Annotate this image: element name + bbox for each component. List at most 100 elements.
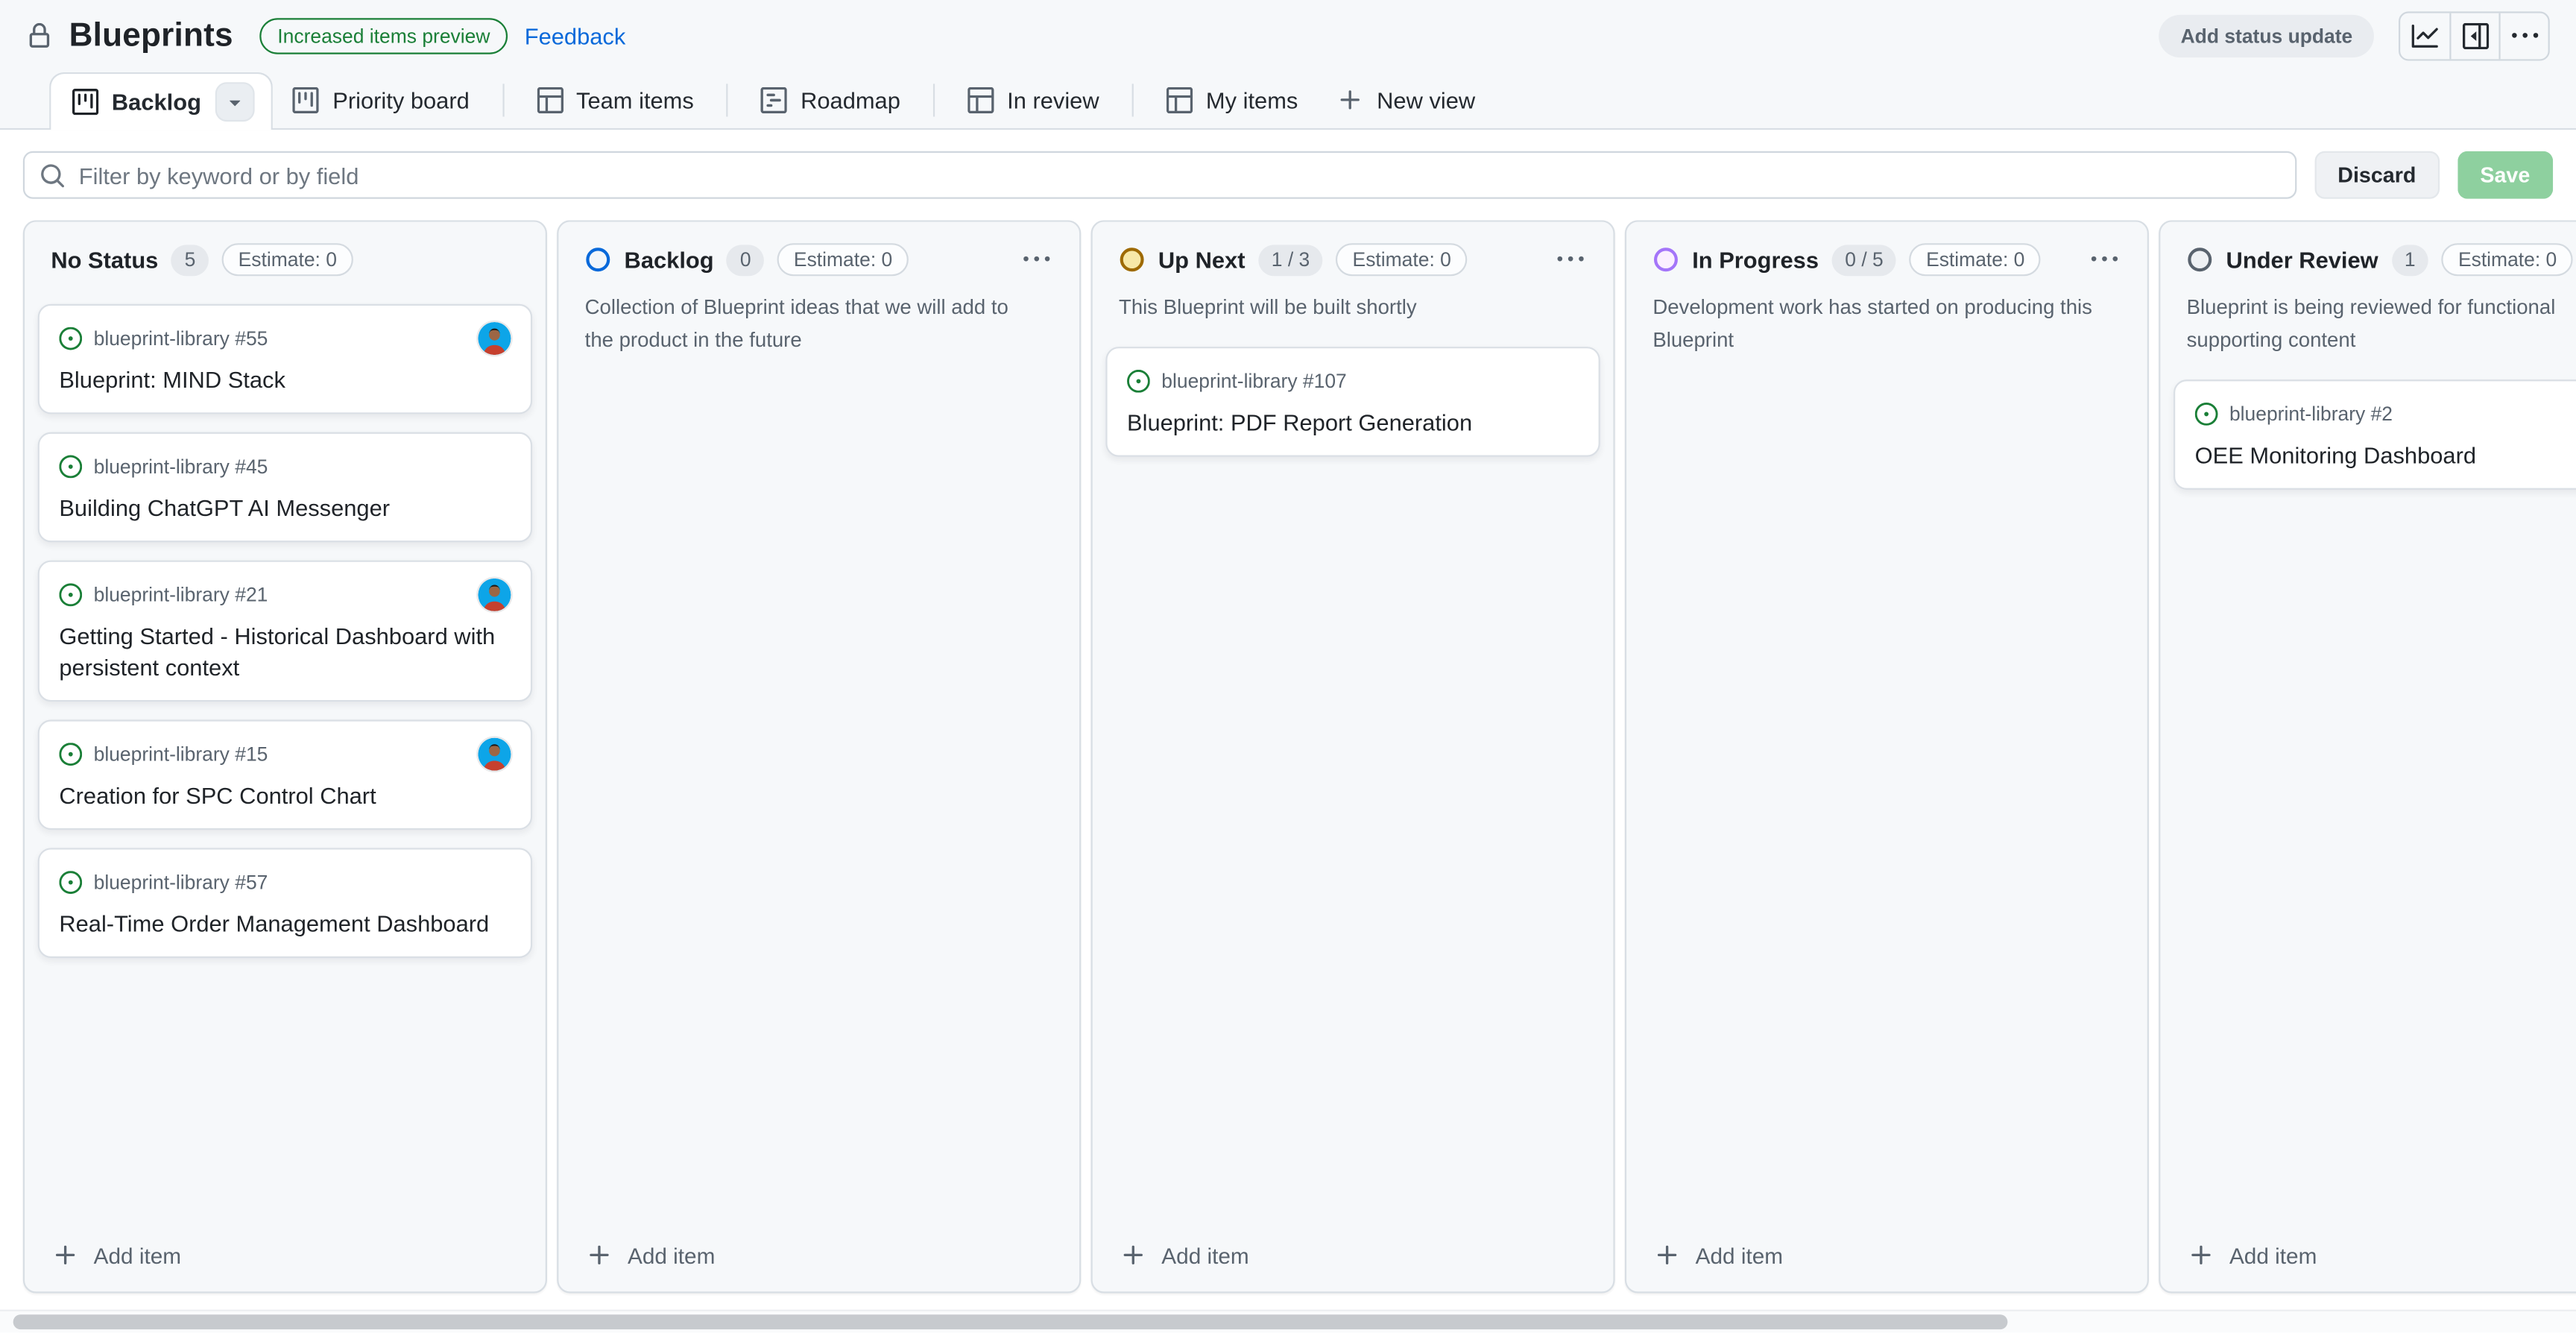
insights-icon bbox=[2412, 23, 2438, 49]
side-panel-button[interactable] bbox=[2449, 13, 2498, 60]
view-options-button[interactable] bbox=[216, 82, 256, 122]
card-header: blueprint-library #55 bbox=[59, 323, 511, 356]
card-title[interactable]: Getting Started - Historical Dashboard w… bbox=[59, 622, 511, 684]
issue-card[interactable]: blueprint-library #55 Blueprint: MIND St… bbox=[38, 305, 532, 415]
status-icon bbox=[1652, 247, 1679, 273]
discard-button[interactable]: Discard bbox=[2314, 151, 2439, 199]
card-repo-ref: blueprint-library #57 bbox=[94, 871, 268, 894]
column-backlog: Backlog 0 Estimate: 0 Collection of Blue… bbox=[557, 220, 1081, 1293]
insights-button[interactable] bbox=[2400, 13, 2449, 60]
issue-opened-icon bbox=[59, 327, 82, 350]
description-line: Collection of Blueprint ideas that we wi… bbox=[585, 292, 1053, 324]
column-count-badge: 0 bbox=[727, 245, 764, 276]
view-type-icon bbox=[967, 87, 994, 113]
tab-my-items[interactable]: My items bbox=[1147, 72, 1318, 128]
assignee-avatar[interactable] bbox=[478, 323, 511, 356]
issue-opened-icon bbox=[59, 456, 82, 479]
add-item-button[interactable]: Add item bbox=[1093, 1223, 1614, 1292]
issue-card[interactable]: blueprint-library #107 Blueprint: PDF Re… bbox=[1105, 347, 1600, 457]
tab-label: In review bbox=[1007, 87, 1099, 113]
card-title[interactable]: OEE Monitoring Dashboard bbox=[2195, 441, 2576, 473]
issue-card[interactable]: blueprint-library #2 OEE Monitoring Dash… bbox=[2174, 380, 2576, 490]
project-menu-button[interactable] bbox=[2498, 13, 2548, 60]
horizontal-scrollbar[interactable] bbox=[0, 1310, 2576, 1333]
tab-label: Roadmap bbox=[801, 87, 900, 113]
column-menu-button[interactable] bbox=[1020, 244, 1053, 277]
column-title: Backlog bbox=[625, 247, 714, 273]
lock-icon bbox=[26, 23, 52, 49]
add-item-label: Add item bbox=[628, 1243, 715, 1267]
card-title[interactable]: Blueprint: PDF Report Generation bbox=[1127, 408, 1579, 439]
projects-board-page: Blueprints Increased items preview Feedb… bbox=[0, 0, 2576, 1333]
assignee-avatar[interactable] bbox=[478, 579, 511, 611]
card-title[interactable]: Building ChatGPT AI Messenger bbox=[59, 494, 511, 525]
plus-icon bbox=[2188, 1242, 2214, 1268]
column-title: No Status bbox=[51, 247, 158, 273]
column-description: Blueprint is being reviewed for function… bbox=[2160, 290, 2576, 365]
plus-icon bbox=[1337, 87, 1363, 113]
tab-divider bbox=[1132, 83, 1134, 116]
column-count-badge: 1 bbox=[2391, 245, 2428, 276]
issue-card[interactable]: blueprint-library #45 Building ChatGPT A… bbox=[38, 432, 532, 542]
issue-card[interactable]: blueprint-library #57 Real-Time Order Ma… bbox=[38, 848, 532, 957]
new-view-button[interactable]: New view bbox=[1318, 72, 1495, 128]
add-item-label: Add item bbox=[2229, 1243, 2317, 1267]
column-under-review: Under Review 1 Estimate: 0 Blueprint is … bbox=[2159, 220, 2576, 1293]
tab-label: Backlog bbox=[112, 89, 201, 115]
kebab-icon bbox=[2511, 23, 2537, 49]
filter-bar: Discard Save bbox=[0, 130, 2576, 220]
column-header: Backlog 0 Estimate: 0 bbox=[558, 222, 1079, 290]
feedback-link[interactable]: Feedback bbox=[525, 23, 626, 49]
status-icon bbox=[1119, 247, 1145, 273]
issue-card[interactable]: blueprint-library #15 Creation for SPC C… bbox=[38, 719, 532, 829]
column-title: Under Review bbox=[2226, 247, 2378, 273]
tab-priority-board[interactable]: Priority board bbox=[274, 72, 489, 128]
status-icon bbox=[2187, 247, 2213, 273]
column-estimate-badge: Estimate: 0 bbox=[1910, 243, 2041, 277]
filter-input-wrapper bbox=[23, 151, 2296, 199]
save-button[interactable]: Save bbox=[2457, 151, 2554, 199]
column-description: Development work has started on producin… bbox=[1626, 290, 2147, 365]
kebab-icon bbox=[1557, 247, 1583, 273]
column-title: In Progress bbox=[1692, 247, 1819, 273]
column-menu-button[interactable] bbox=[1554, 244, 1587, 277]
add-item-label: Add item bbox=[1696, 1243, 1783, 1267]
preview-badge: Increased items preview bbox=[259, 18, 508, 54]
column-count-badge: 1 / 3 bbox=[1258, 245, 1323, 276]
card-repo-ref: blueprint-library #107 bbox=[1161, 371, 1346, 394]
tab-roadmap[interactable]: Roadmap bbox=[742, 72, 921, 128]
board: No Status 5 Estimate: 0 blueprint-librar… bbox=[0, 220, 2576, 1309]
card-repo-ref: blueprint-library #21 bbox=[94, 584, 268, 607]
filter-input[interactable] bbox=[79, 162, 2280, 188]
column-no-status: No Status 5 Estimate: 0 blueprint-librar… bbox=[23, 220, 547, 1293]
view-type-icon bbox=[1167, 87, 1193, 113]
tab-backlog[interactable]: Backlog bbox=[49, 72, 274, 130]
description-line: Blueprint bbox=[1652, 324, 2121, 357]
card-title[interactable]: Real-Time Order Management Dashboard bbox=[59, 909, 511, 940]
add-status-update-button[interactable]: Add status update bbox=[2159, 14, 2374, 57]
search-icon bbox=[40, 162, 66, 188]
card-title[interactable]: Blueprint: MIND Stack bbox=[59, 365, 511, 397]
card-title[interactable]: Creation for SPC Control Chart bbox=[59, 781, 511, 812]
add-item-button[interactable]: Add item bbox=[25, 1223, 546, 1292]
scrollbar-thumb[interactable] bbox=[13, 1314, 2008, 1329]
tab-in-review[interactable]: In review bbox=[948, 72, 1119, 128]
plus-icon bbox=[587, 1242, 613, 1268]
new-view-label: New view bbox=[1377, 87, 1475, 113]
assignee-avatar[interactable] bbox=[478, 738, 511, 771]
description-line: the product in the future bbox=[585, 324, 1053, 357]
page-title: Blueprints bbox=[69, 17, 233, 55]
add-item-button[interactable]: Add item bbox=[1626, 1223, 2147, 1292]
card-list bbox=[1626, 365, 2147, 393]
column-menu-button[interactable] bbox=[2088, 244, 2121, 277]
view-type-icon bbox=[293, 87, 319, 113]
issue-card[interactable]: blueprint-library #21 Getting Started - … bbox=[38, 561, 532, 702]
column-estimate-badge: Estimate: 0 bbox=[222, 243, 353, 277]
column-header: Up Next 1 / 3 Estimate: 0 bbox=[1093, 222, 1614, 290]
tab-team-items[interactable]: Team items bbox=[517, 72, 714, 128]
add-item-button[interactable]: Add item bbox=[558, 1223, 1079, 1292]
add-item-button[interactable]: Add item bbox=[2160, 1223, 2576, 1292]
card-list: blueprint-library #2 OEE Monitoring Dash… bbox=[2160, 365, 2576, 503]
tab-label: Priority board bbox=[332, 87, 470, 113]
card-header: blueprint-library #21 bbox=[59, 579, 511, 611]
